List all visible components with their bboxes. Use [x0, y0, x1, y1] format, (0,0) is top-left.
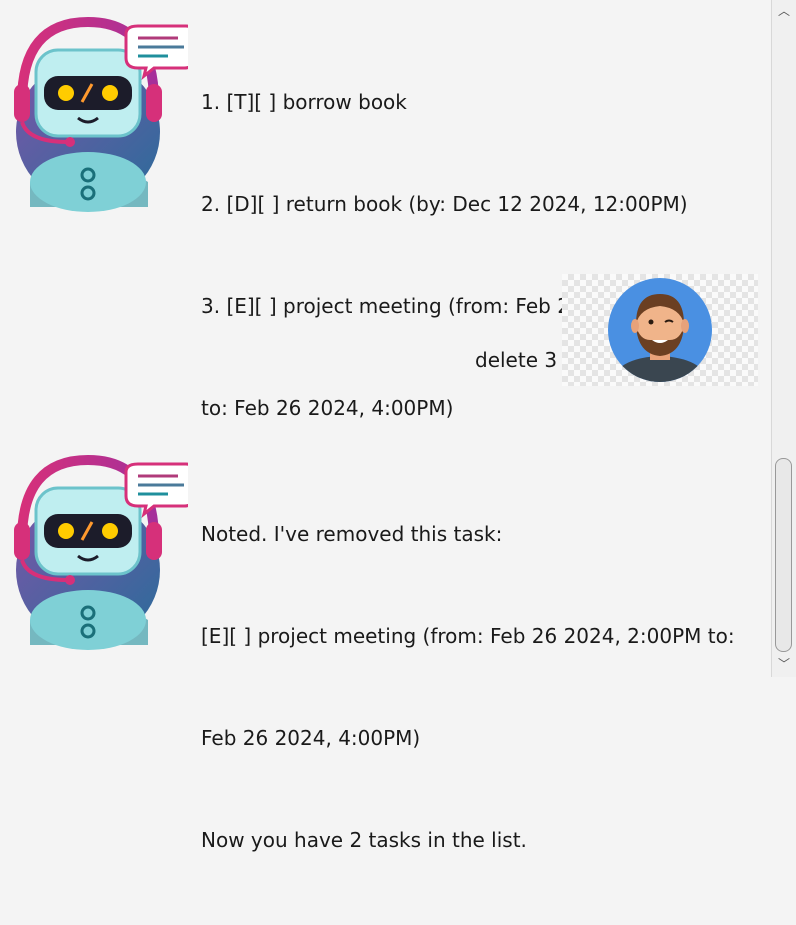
message-line: delete 3	[475, 348, 558, 372]
user-avatar-frame	[562, 274, 758, 386]
bot-message-text: 1. [T][ ] borrow book 2. [D][ ] return b…	[201, 17, 727, 493]
message-line: 1. [T][ ] borrow book	[201, 90, 407, 114]
scrollbar-thumb[interactable]	[775, 458, 792, 652]
bot-avatar	[14, 16, 188, 212]
user-dialog: delete 3	[0, 260, 770, 400]
bot-dialog-2: Noted. I've removed this task: [E][ ] pr…	[0, 440, 770, 852]
message-line: Now you have 2 tasks in the list.	[201, 828, 527, 852]
vertical-scrollbar[interactable]: ︿ ﹀	[771, 0, 796, 677]
message-line: 2. [D][ ] return book (by: Dec 12 2024, …	[201, 192, 688, 216]
bot-message-text: Noted. I've removed this task: [E][ ] pr…	[201, 449, 735, 925]
message-line: Noted. I've removed this task:	[201, 522, 503, 546]
chevron-up-icon[interactable]: ︿	[776, 2, 792, 18]
user-message-text: delete 3	[475, 275, 557, 445]
chevron-down-icon[interactable]: ﹀	[776, 655, 792, 673]
message-line: [E][ ] project meeting (from: Feb 26 202…	[201, 624, 735, 648]
message-line: Feb 26 2024, 4:00PM)	[201, 726, 421, 750]
bot-avatar	[14, 454, 188, 650]
user-avatar	[608, 278, 712, 382]
bot-dialog-1: 1. [T][ ] borrow book 2. [D][ ] return b…	[0, 0, 770, 420]
